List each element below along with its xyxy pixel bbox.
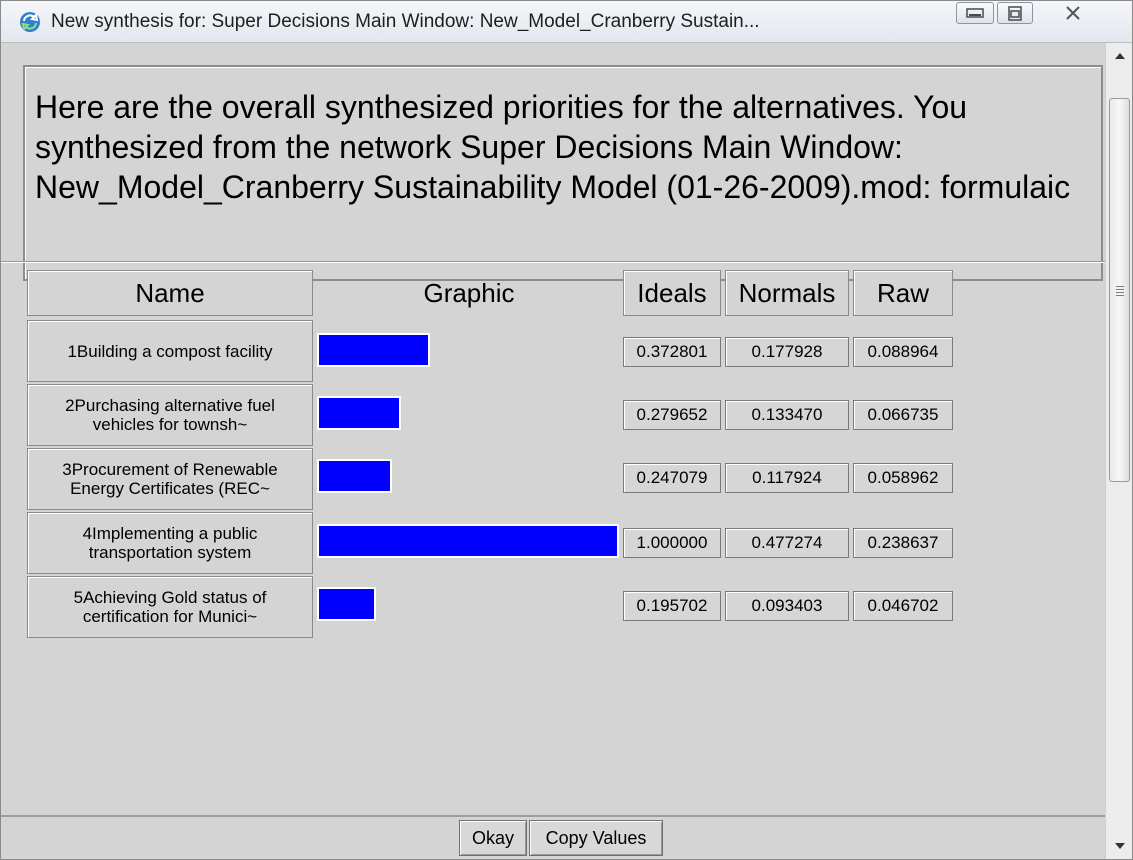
ideals-value: 0.195702 xyxy=(623,591,721,621)
priority-bar xyxy=(317,524,619,558)
title-bar[interactable]: New synthesis for: Super Decisions Main … xyxy=(1,1,1132,43)
name-column-header: Name xyxy=(27,270,313,316)
synthesis-message: Here are the overall synthesized priorit… xyxy=(23,65,1103,281)
maximize-button[interactable] xyxy=(997,2,1033,24)
maximize-icon xyxy=(1008,6,1022,21)
ideals-value: 1.000000 xyxy=(623,528,721,558)
raw-column-header: Raw xyxy=(853,270,953,316)
row-name: 2Purchasing alternative fuel vehicles fo… xyxy=(27,384,313,446)
raw-value: 0.046702 xyxy=(853,591,953,621)
window-title: New synthesis for: Super Decisions Main … xyxy=(51,11,760,32)
normals-value: 0.133470 xyxy=(725,400,849,430)
raw-value: 0.238637 xyxy=(853,528,953,558)
button-bar-divider xyxy=(1,815,1105,817)
normals-value: 0.177928 xyxy=(725,337,849,367)
normals-column-header: Normals xyxy=(725,270,849,316)
okay-button[interactable]: Okay xyxy=(459,820,527,856)
row-name: 1Building a compost facility xyxy=(27,320,313,382)
row-name: 3Procurement of Renewable Energy Certifi… xyxy=(27,448,313,510)
arrow-up-icon xyxy=(1114,53,1125,59)
synthesis-window: New synthesis for: Super Decisions Main … xyxy=(0,0,1133,860)
grip-icon xyxy=(1116,286,1124,298)
row-name: 4Implementing a public transportation sy… xyxy=(27,512,313,574)
priority-bar xyxy=(317,459,392,493)
raw-value: 0.066735 xyxy=(853,400,953,430)
raw-value: 0.058962 xyxy=(853,463,953,493)
scroll-thumb[interactable] xyxy=(1109,98,1130,482)
vertical-scrollbar[interactable] xyxy=(1105,43,1132,859)
priority-bar xyxy=(317,333,430,367)
arrow-down-icon xyxy=(1114,843,1125,849)
minimize-button[interactable] xyxy=(956,2,994,24)
copy-values-button[interactable]: Copy Values xyxy=(529,820,663,856)
scroll-up-button[interactable] xyxy=(1106,43,1133,69)
priority-bar xyxy=(317,587,376,621)
minimize-icon xyxy=(966,8,984,18)
close-icon xyxy=(1066,6,1080,20)
normals-value: 0.093403 xyxy=(725,591,849,621)
raw-value: 0.088964 xyxy=(853,337,953,367)
ideals-value: 0.279652 xyxy=(623,400,721,430)
ideals-value: 0.372801 xyxy=(623,337,721,367)
priority-bar xyxy=(317,396,401,430)
scroll-down-button[interactable] xyxy=(1106,833,1133,859)
content-area: Here are the overall synthesized priorit… xyxy=(1,43,1105,859)
close-button[interactable] xyxy=(1036,2,1110,24)
row-name: 5Achieving Gold status of certification … xyxy=(27,576,313,638)
divider xyxy=(1,261,1105,263)
normals-value: 0.477274 xyxy=(725,528,849,558)
refresh-icon xyxy=(19,11,41,33)
ideals-value: 0.247079 xyxy=(623,463,721,493)
ideals-column-header: Ideals xyxy=(623,270,721,316)
normals-value: 0.117924 xyxy=(725,463,849,493)
graphic-column-header: Graphic xyxy=(423,277,515,308)
